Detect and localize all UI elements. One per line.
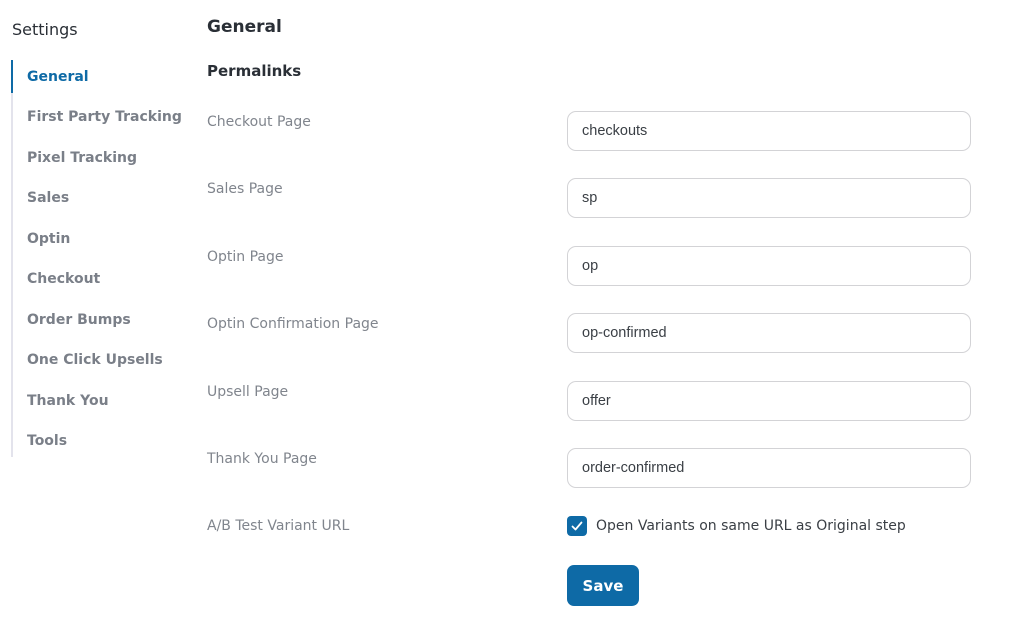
sidebar-item-thank-you[interactable]: Thank You <box>27 393 109 409</box>
sidebar-item-tools[interactable]: Tools <box>27 433 67 449</box>
sidebar-item-first-party-tracking[interactable]: First Party Tracking <box>27 109 182 125</box>
sales-page-label: Sales Page <box>207 181 283 197</box>
ab-test-label: A/B Test Variant URL <box>207 518 350 534</box>
sidebar-item-sales[interactable]: Sales <box>27 190 69 206</box>
ab-test-checkbox-label: Open Variants on same URL as Original st… <box>596 518 906 534</box>
page-title: General <box>207 17 282 37</box>
upsell-page-input[interactable] <box>567 381 971 421</box>
save-button[interactable]: Save <box>567 565 639 606</box>
sidebar-item-optin[interactable]: Optin <box>27 231 70 247</box>
optin-page-input[interactable] <box>567 246 971 286</box>
sales-page-input[interactable] <box>567 178 971 218</box>
sidebar-item-order-bumps[interactable]: Order Bumps <box>27 312 131 328</box>
optin-page-label: Optin Page <box>207 249 284 265</box>
sidebar-item-general[interactable]: General <box>27 69 89 85</box>
optin-confirmation-page-input[interactable] <box>567 313 971 353</box>
active-indicator <box>11 60 13 93</box>
sidebar-item-one-click-upsells[interactable]: One Click Upsells <box>27 352 163 368</box>
checkout-page-input[interactable] <box>567 111 971 151</box>
section-title: Permalinks <box>207 62 302 80</box>
sidebar-item-pixel-tracking[interactable]: Pixel Tracking <box>27 150 137 166</box>
ab-test-checkbox[interactable] <box>567 516 587 536</box>
sidebar-item-checkout[interactable]: Checkout <box>27 271 100 287</box>
optin-confirmation-page-label: Optin Confirmation Page <box>207 316 379 332</box>
ab-test-option[interactable]: Open Variants on same URL as Original st… <box>567 516 906 536</box>
checkout-page-label: Checkout Page <box>207 114 311 130</box>
checkmark-icon <box>571 521 583 531</box>
upsell-page-label: Upsell Page <box>207 384 289 400</box>
settings-nav: General First Party Tracking Pixel Track… <box>11 60 193 457</box>
thank-you-page-label: Thank You Page <box>207 451 317 467</box>
sidebar-title: Settings <box>12 20 78 39</box>
thank-you-page-input[interactable] <box>567 448 971 488</box>
